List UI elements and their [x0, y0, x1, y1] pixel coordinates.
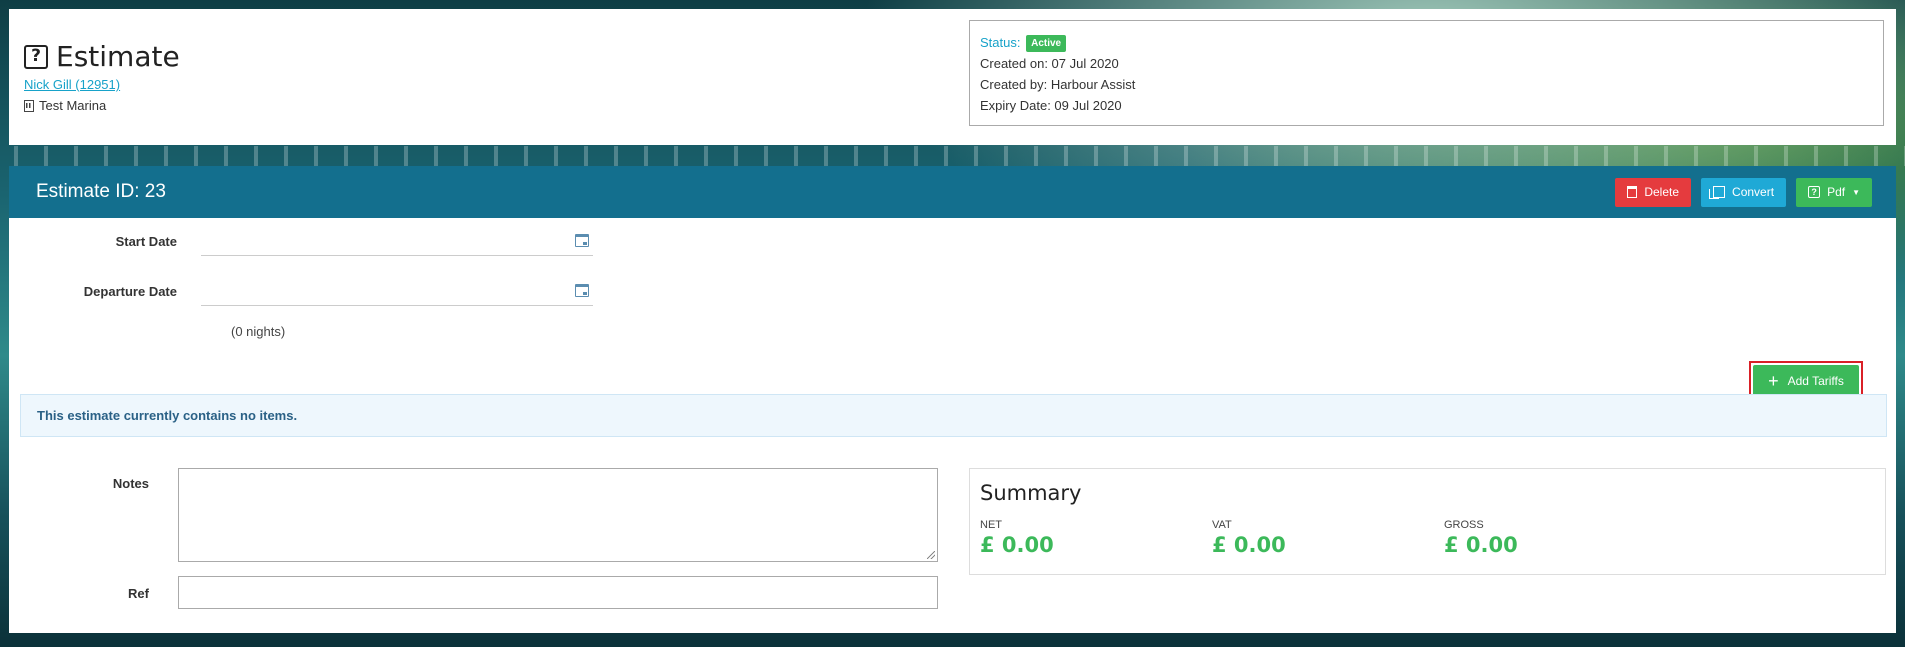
caret-down-icon: ▼: [1852, 187, 1860, 197]
summary-vat: VAT £ 0.00: [1212, 519, 1444, 557]
add-tariffs-label: Add Tariffs: [1787, 374, 1844, 388]
summary-box: Summary NET £ 0.00 VAT £ 0.00 GROSS £ 0.…: [969, 468, 1886, 575]
add-tariffs-button[interactable]: + Add Tariffs: [1753, 365, 1859, 397]
expiry-date: Expiry Date: 09 Jul 2020: [980, 98, 1122, 113]
departure-date-input[interactable]: [201, 276, 593, 306]
page-title: ? Estimate: [24, 40, 180, 73]
plus-icon: +: [1768, 371, 1779, 391]
ref-input[interactable]: [178, 576, 938, 609]
convert-button-label: Convert: [1732, 185, 1775, 199]
pdf-button-label: Pdf: [1827, 185, 1846, 199]
calendar-icon[interactable]: [575, 234, 589, 247]
building-icon: [24, 99, 34, 112]
created-by: Created by: Harbour Assist: [980, 77, 1136, 92]
nights-count: (0 nights): [231, 324, 286, 339]
delete-button[interactable]: Delete: [1615, 177, 1692, 207]
vat-label: VAT: [1212, 519, 1232, 531]
delete-button-label: Delete: [1644, 185, 1680, 199]
vat-value: £ 0.00: [1212, 533, 1286, 557]
summary-net: NET £ 0.00: [980, 519, 1212, 557]
summary-columns: NET £ 0.00 VAT £ 0.00 GROSS £ 0.00: [980, 519, 1875, 557]
departure-date-row: Departure Date: [9, 276, 593, 306]
estimate-header-panel: ? Estimate Nick Gill (12951) Test Marina…: [9, 9, 1896, 145]
empty-items-alert: This estimate currently contains no item…: [20, 394, 1887, 437]
net-label: NET: [980, 519, 1002, 531]
convert-button[interactable]: Convert: [1701, 177, 1787, 207]
estimate-id: Estimate ID: 23: [36, 181, 166, 202]
estimate-main-panel: Estimate ID: 23 Delete Convert ? Pdf ▼ S…: [9, 166, 1896, 633]
question-icon: ?: [24, 44, 48, 69]
notes-textarea[interactable]: [178, 468, 938, 562]
pdf-dropdown-button[interactable]: ? Pdf ▼: [1796, 177, 1872, 207]
status-info-box: Status: Active Created on: 07 Jul 2020 C…: [969, 20, 1884, 126]
status-label: Status:: [980, 35, 1021, 50]
background-marina-image: [0, 146, 1905, 166]
estimate-header-bar: Estimate ID: 23 Delete Convert ? Pdf ▼: [9, 166, 1896, 218]
start-date-label: Start Date: [115, 233, 177, 249]
page-title-text: Estimate: [56, 40, 180, 73]
net-value: £ 0.00: [980, 533, 1054, 557]
gross-value: £ 0.00: [1444, 533, 1518, 557]
summary-gross: GROSS £ 0.00: [1444, 519, 1676, 557]
created-on: Created on: 07 Jul 2020: [980, 56, 1119, 71]
trash-icon: [1627, 186, 1638, 198]
start-date-input[interactable]: [201, 226, 593, 256]
ref-label: Ref: [128, 586, 149, 601]
gross-label: GROSS: [1444, 519, 1484, 531]
status-line: Status: Active: [980, 32, 1873, 53]
start-date-row: Start Date: [9, 226, 593, 256]
calendar-icon[interactable]: [575, 284, 589, 297]
header-actions: Delete Convert ? Pdf ▼: [1615, 177, 1872, 207]
status-badge: Active: [1026, 35, 1067, 52]
marina-line: Test Marina: [24, 98, 106, 113]
departure-date-label: Departure Date: [83, 283, 177, 299]
question-icon: ?: [1808, 186, 1821, 198]
summary-title: Summary: [980, 481, 1082, 505]
marina-name: Test Marina: [39, 98, 107, 113]
notes-label: Notes: [112, 476, 149, 491]
copy-icon: [1709, 186, 1726, 199]
customer-link[interactable]: Nick Gill (12951): [24, 77, 120, 92]
